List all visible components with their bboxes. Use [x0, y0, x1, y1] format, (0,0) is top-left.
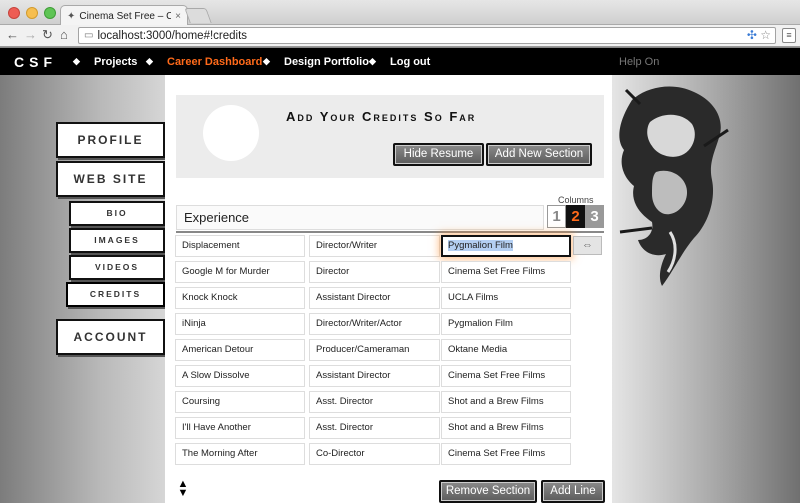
selected-text: Pygmalion Film: [448, 240, 513, 251]
credit-role-cell[interactable]: Co-Director: [309, 443, 440, 465]
credit-company-cell[interactable]: Cinema Set Free Films: [441, 365, 571, 387]
credit-company-cell[interactable]: Cinema Set Free Films: [441, 261, 571, 283]
columns-option-1[interactable]: 1: [547, 205, 566, 228]
credit-company-cell[interactable]: Cinema Set Free Films: [441, 443, 571, 465]
credit-role-cell[interactable]: Producer/Cameraman: [309, 339, 440, 361]
sidebar-item-videos[interactable]: Videos: [69, 255, 165, 280]
sidebar-item-bio[interactable]: Bio: [69, 201, 165, 226]
zoom-window-button[interactable]: [44, 7, 56, 19]
favicon-icon: ✦: [67, 10, 76, 22]
minimize-window-button[interactable]: [26, 7, 38, 19]
page-title: Add Your Credits So Far: [286, 109, 477, 124]
sidebar-item-account[interactable]: Account: [56, 319, 165, 355]
close-window-button[interactable]: [8, 7, 20, 19]
sidebar-item-website[interactable]: Web Site: [56, 161, 165, 197]
browser-toolbar: ← → ↻ ⌂ ▭ localhost:3000/home#!credits ✣…: [0, 25, 800, 47]
credit-role-cell[interactable]: Assistant Director: [309, 365, 440, 387]
credit-title-cell[interactable]: Google M for Murder: [175, 261, 305, 283]
credit-title-cell[interactable]: Displacement: [175, 235, 305, 257]
credit-title-cell[interactable]: iNinja: [175, 313, 305, 335]
nav-projects[interactable]: Projects: [94, 56, 137, 68]
credit-role-cell[interactable]: Director/Writer/Actor: [309, 313, 440, 335]
forward-icon[interactable]: →: [24, 27, 37, 42]
columns-label: Columns: [558, 195, 594, 205]
credit-role-cell[interactable]: Asst. Director: [309, 391, 440, 413]
nav-separator: ◆: [263, 56, 270, 66]
remove-section-button[interactable]: Remove Section: [439, 480, 537, 503]
credit-company-cell[interactable]: Oktane Media: [441, 339, 571, 361]
sidebar-item-images[interactable]: Images: [69, 228, 165, 253]
credit-title-cell[interactable]: The Morning After: [175, 443, 305, 465]
browser-menu-icon[interactable]: ≡: [782, 28, 796, 43]
extension-icon[interactable]: ✣ ☆: [747, 28, 771, 42]
sidebar-item-profile[interactable]: Profile: [56, 122, 165, 158]
browser-tab[interactable]: ✦ Cinema Set Free – Career D ×: [60, 5, 188, 26]
sidebar-item-credits[interactable]: Credits: [66, 282, 165, 307]
resume-header: Add Your Credits So Far Hide Resume Add …: [176, 95, 604, 178]
credit-title-cell[interactable]: American Detour: [175, 339, 305, 361]
section-name-input[interactable]: Experience: [176, 205, 544, 230]
move-section-icon[interactable]: ▲ ▼: [174, 479, 192, 499]
nav-career-dashboard[interactable]: Career Dashboard: [167, 56, 262, 68]
nav-separator: ◆: [146, 56, 153, 66]
credit-title-cell[interactable]: A Slow Dissolve: [175, 365, 305, 387]
close-tab-icon[interactable]: ×: [175, 11, 181, 22]
credit-company-cell[interactable]: Pygmalion Film: [441, 235, 571, 257]
credit-role-cell[interactable]: Director: [309, 261, 440, 283]
credit-company-cell[interactable]: Shot and a Brew Films: [441, 391, 571, 413]
help-toggle[interactable]: Help On: [619, 56, 659, 68]
avatar[interactable]: [203, 105, 259, 161]
add-new-section-button[interactable]: Add New Section: [486, 143, 592, 166]
columns-option-3[interactable]: 3: [585, 205, 604, 228]
address-bar[interactable]: ▭ localhost:3000/home#!credits ✣ ☆: [78, 27, 776, 44]
nav-log-out[interactable]: Log out: [390, 56, 430, 68]
url-text: localhost:3000/home#!credits: [97, 29, 248, 42]
credit-company-cell[interactable]: Shot and a Brew Films: [441, 417, 571, 439]
credit-company-cell[interactable]: UCLA Films: [441, 287, 571, 309]
credit-title-cell[interactable]: Knock Knock: [175, 287, 305, 309]
credit-role-cell[interactable]: Assistant Director: [309, 287, 440, 309]
new-tab-button[interactable]: [184, 8, 212, 23]
credit-title-cell[interactable]: I'll Have Another: [175, 417, 305, 439]
nav-separator: ◆: [73, 56, 80, 66]
home-icon[interactable]: ⌂: [60, 27, 68, 42]
site-navbar: CSF ◆ Projects ◆ Career Dashboard ◆ Desi…: [0, 48, 800, 75]
credit-role-cell[interactable]: Asst. Director: [309, 417, 440, 439]
credit-role-cell[interactable]: Director/Writer: [309, 235, 440, 257]
bookmark-star-icon[interactable]: ☆: [760, 28, 771, 42]
site-logo[interactable]: CSF: [14, 54, 57, 70]
credit-title-cell[interactable]: Coursing: [175, 391, 305, 413]
back-icon[interactable]: ←: [6, 27, 19, 42]
columns-option-2[interactable]: 2: [566, 205, 585, 228]
page-icon: ▭: [84, 30, 94, 41]
nav-separator: ◆: [369, 56, 376, 66]
credit-company-cell[interactable]: Pygmalion Film: [441, 313, 571, 335]
add-line-button[interactable]: Add Line: [541, 480, 605, 503]
section-divider: [176, 231, 604, 233]
row-drag-handle-icon[interactable]: ⇔: [573, 236, 602, 255]
nav-design-portfolio[interactable]: Design Portfolio: [284, 56, 369, 68]
credits-panel: Add Your Credits So Far Hide Resume Add …: [165, 75, 612, 503]
ninja-illustration: [619, 86, 729, 287]
reload-icon[interactable]: ↻: [42, 27, 53, 43]
hide-resume-button[interactable]: Hide Resume: [393, 143, 484, 166]
window-titlebar: ✦ Cinema Set Free – Career D ×: [0, 0, 800, 26]
tab-title: Cinema Set Free – Career D: [79, 10, 172, 22]
